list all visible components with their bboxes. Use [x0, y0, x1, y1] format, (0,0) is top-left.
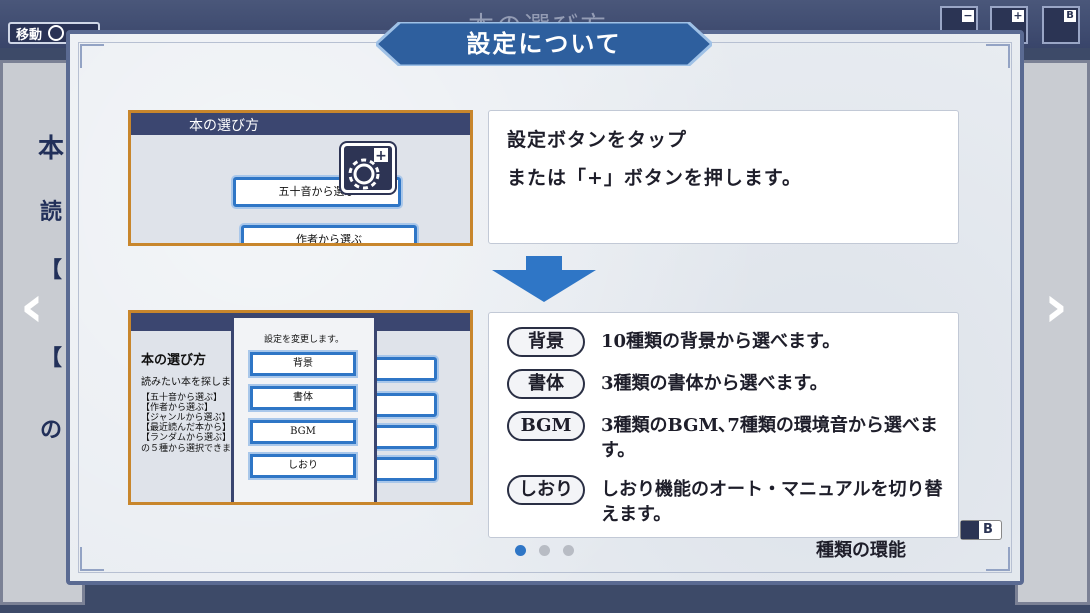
- mini-list-item: 【作者から選ぶ】: [141, 403, 214, 413]
- option-tag-bgm: BGM: [507, 411, 585, 441]
- dialog-title: 設定について: [466, 29, 622, 58]
- gear-icon: +: [348, 148, 388, 190]
- prev-page-arrow[interactable]: ‹: [12, 276, 52, 336]
- option-tag-font: 書体: [507, 369, 585, 399]
- bg-text: 本: [38, 134, 65, 164]
- mini-button: 作者から選ぶ: [241, 225, 417, 243]
- page-dot-active[interactable]: [515, 545, 526, 556]
- menu-header: 設定を変更します。: [263, 335, 345, 345]
- step1-thumbnail: 本の選び方 五十音から選ぶ 作者から選ぶ +: [128, 110, 473, 246]
- bg-text: 読: [40, 199, 63, 225]
- mini-list-item: 【ジャンルから選ぶ】: [141, 413, 231, 423]
- menu-item: 背景: [250, 352, 356, 376]
- option-text-background: 10種類の背景から選べます。: [601, 331, 841, 352]
- mini-button: [367, 393, 437, 417]
- menu-item: 書体: [250, 386, 356, 410]
- corner-ornament: [80, 44, 104, 68]
- step2-description: 背景 10種類の背景から選べます。 書体 3種類の書体から選べます。 BGM 3…: [488, 312, 959, 538]
- option-text-font: 3種類の書体から選べます。: [601, 373, 828, 394]
- bg-text: 【: [40, 345, 63, 371]
- mini-settings-menu: 設定を変更します。 背景 書体 BGM しおり: [231, 315, 377, 502]
- arrow-down-icon: [492, 256, 596, 302]
- option-text-bookmark: しおり機能のオート・マニュアルを切り替えます。: [601, 479, 943, 525]
- mini-topbar: 本の選び方: [131, 113, 470, 135]
- step1-description: 設定ボタンをタップ または「+」ボタンを押します。: [488, 110, 959, 244]
- mini-button: [367, 457, 437, 481]
- mini-list-item: 【最近読んだ本から】: [141, 423, 232, 433]
- corner-ornament: [80, 547, 104, 571]
- plus-icon: +: [1012, 9, 1024, 22]
- option-tag-bookmark: しおり: [507, 475, 585, 505]
- bg-text: の: [40, 417, 63, 443]
- menu-item: BGM: [250, 420, 356, 444]
- title-banner: 設定について: [376, 22, 712, 66]
- b-key-icon: B: [1064, 10, 1076, 22]
- gear-callout: +: [341, 143, 395, 193]
- overlay-text-fragment: 種類の環能: [816, 540, 906, 561]
- b-label: B: [983, 522, 993, 537]
- mini-button: [367, 357, 437, 381]
- mini-list-item: 【五十音から選ぶ】: [141, 393, 223, 403]
- minus-icon: −: [962, 9, 974, 22]
- option-text-bgm: 3種類のBGM､7種類の環境音から選べます。: [601, 415, 938, 461]
- step2-thumbnail: 本の選び方 読みたい本を探します。 【五十音から選ぶ】 【作者から選ぶ】 【ジャ…: [128, 310, 473, 505]
- step1-line2: または「+」ボタンを押します。: [507, 167, 803, 189]
- mini-footer: の５種から選択できます: [141, 444, 241, 454]
- page-dot[interactable]: [563, 545, 574, 556]
- back-button[interactable]: B: [1042, 6, 1080, 44]
- mini-list: 【五十音から選ぶ】 【作者から選ぶ】 【ジャンルから選ぶ】 【最近読んだ本から】…: [141, 393, 231, 443]
- move-label: 移動: [16, 27, 43, 43]
- mini-button: [367, 425, 437, 449]
- option-tag-background: 背景: [507, 327, 585, 357]
- mini-title: 本の選び方: [189, 118, 259, 134]
- b-key-icon: [961, 521, 979, 539]
- corner-ornament: [986, 547, 1010, 571]
- page-dot[interactable]: [539, 545, 550, 556]
- corner-ornament: [986, 44, 1010, 68]
- next-page-arrow[interactable]: ›: [1036, 276, 1076, 336]
- b-button-hint[interactable]: B: [960, 520, 1002, 540]
- mini-title: 本の選び方: [141, 353, 207, 368]
- step1-line1: 設定ボタンをタップ: [507, 129, 688, 151]
- menu-item: しおり: [250, 454, 356, 478]
- toggle-knob: [48, 25, 65, 41]
- svg-text:+: +: [375, 148, 387, 164]
